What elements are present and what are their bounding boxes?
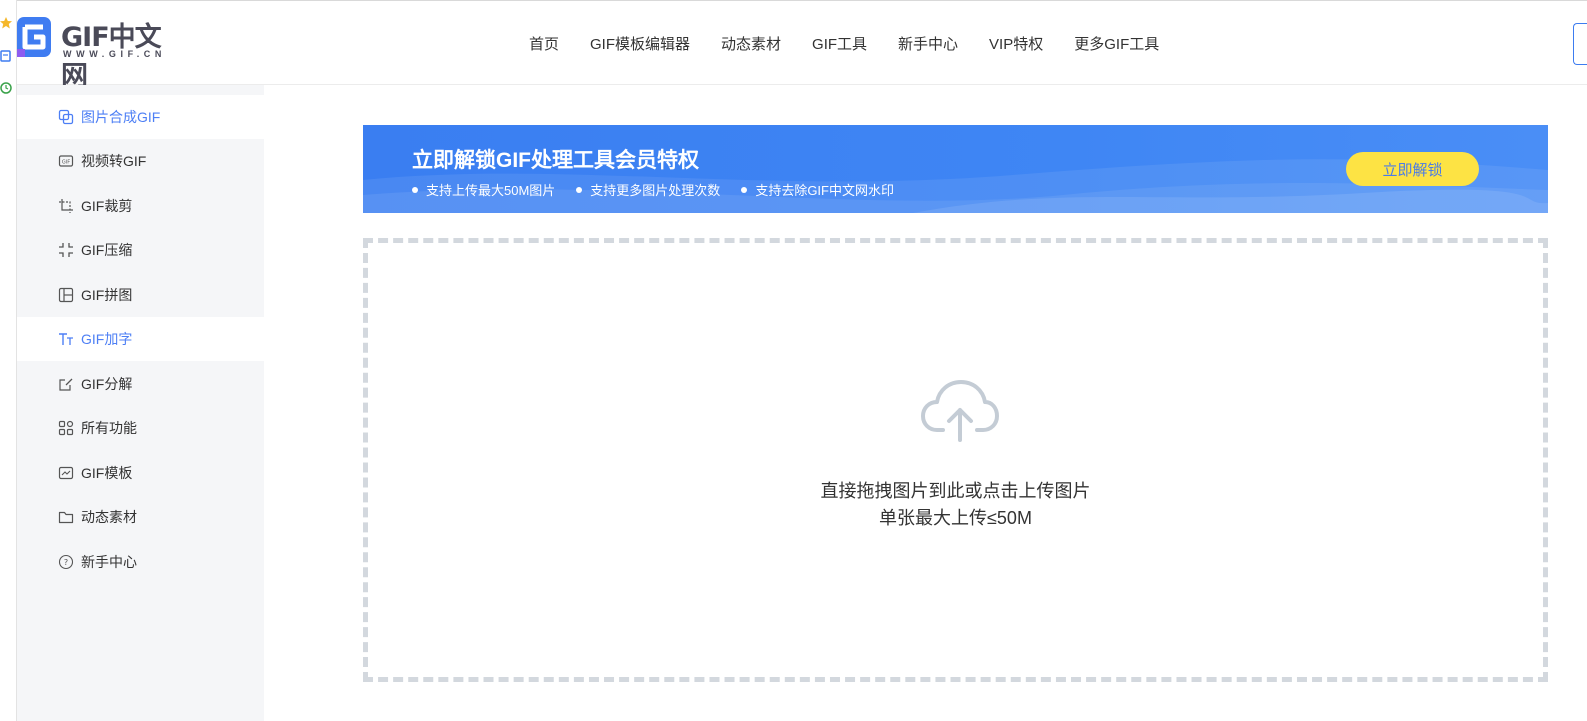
- edit-split-icon: [57, 375, 75, 393]
- logo-mark-icon: [17, 17, 51, 57]
- nav-home[interactable]: 首页: [529, 33, 559, 54]
- folder-icon: [57, 508, 75, 526]
- sidebar-item-split[interactable]: GIF分解: [17, 362, 264, 406]
- sidebar-item-templates[interactable]: GIF模板: [17, 451, 264, 495]
- nav-gif-tools[interactable]: GIF工具: [812, 33, 867, 54]
- svg-text:?: ?: [64, 558, 68, 567]
- star-icon[interactable]: [0, 16, 12, 30]
- sidebar-item-collage[interactable]: GIF拼图: [17, 273, 264, 317]
- crop-icon: [57, 197, 75, 215]
- upload-size-limit: 单张最大上传≤50M: [879, 508, 1032, 528]
- nav-dynamic-assets[interactable]: 动态素材: [721, 33, 781, 54]
- sidebar-item-label: 所有功能: [81, 420, 137, 436]
- login-button[interactable]: [1573, 23, 1587, 65]
- sidebar-item-video-to-gif[interactable]: GIF 视频转GIF: [17, 139, 264, 183]
- sidebar-item-label: GIF拼图: [81, 287, 133, 303]
- banner-title: 立即解锁GIF处理工具会员特权: [412, 149, 699, 172]
- banner-feature: 支持上传最大50M图片: [412, 180, 555, 199]
- sidebar-item-all-features[interactable]: 所有功能: [17, 406, 264, 450]
- sidebar-item-images-to-gif[interactable]: 图片合成GIF: [17, 95, 264, 139]
- sidebar-item-label: 图片合成GIF: [81, 109, 161, 125]
- bullet-dot: [576, 186, 583, 193]
- browser-side-toolbar: [0, 0, 17, 721]
- compress-icon: [57, 241, 75, 259]
- sidebar-item-compress[interactable]: GIF压缩: [17, 228, 264, 272]
- sidebar-item-label: GIF裁剪: [81, 198, 133, 214]
- text-icon: [57, 330, 75, 348]
- sidebar-item-add-text[interactable]: GIF加字: [17, 317, 264, 361]
- bullet-dot: [741, 186, 748, 193]
- sidebar-item-label: 动态素材: [81, 509, 137, 525]
- sidebar-item-dynamic-assets[interactable]: 动态素材: [17, 495, 264, 539]
- unlock-button[interactable]: 立即解锁: [1346, 152, 1479, 186]
- sidebar-item-label: 视频转GIF: [81, 153, 147, 169]
- banner-feature: 支持更多图片处理次数: [576, 180, 720, 199]
- upload-dropzone[interactable]: 直接拖拽图片到此或点击上传图片 单张最大上传≤50M: [363, 238, 1548, 682]
- nav-beginner-center[interactable]: 新手中心: [898, 33, 958, 54]
- sidebar-item-label: GIF模板: [81, 465, 133, 481]
- grid-icon: [57, 419, 75, 437]
- banner-feature: 支持去除GIF中文网水印: [741, 180, 894, 199]
- vip-banner: 立即解锁GIF处理工具会员特权 支持上传最大50M图片 支持更多图片处理次数 支…: [363, 125, 1548, 213]
- banner-features: 支持上传最大50M图片 支持更多图片处理次数 支持去除GIF中文网水印: [412, 180, 915, 199]
- bullet-dot: [412, 186, 418, 193]
- banner-feature-text: 支持更多图片处理次数: [590, 183, 721, 198]
- template-icon: [57, 464, 75, 482]
- sidebar-item-crop[interactable]: GIF裁剪: [17, 184, 264, 228]
- collage-icon: [57, 286, 75, 304]
- help-icon: ?: [57, 553, 75, 571]
- upload-hint: 直接拖拽图片到此或点击上传图片: [820, 481, 1091, 501]
- sidebar-item-label: 新手中心: [81, 554, 137, 570]
- banner-feature-text: 支持去除GIF中文网水印: [755, 183, 894, 198]
- sidebar-item-label: GIF加字: [81, 331, 133, 347]
- nav-template-editor[interactable]: GIF模板编辑器: [590, 33, 690, 54]
- images-merge-icon: [57, 108, 75, 126]
- sidebar-item-label: GIF分解: [81, 376, 133, 392]
- collection-icon[interactable]: [0, 49, 12, 63]
- site-header: GIF中文网 WWW.GIF.CN 首页 GIF模板编辑器 动态素材 GIF工具…: [17, 0, 1587, 92]
- sidebar-item-label: GIF压缩: [81, 242, 133, 258]
- banner-feature-text: 支持上传最大50M图片: [426, 183, 556, 198]
- logo-domain: WWW.GIF.CN: [63, 49, 166, 59]
- nav-more-tools[interactable]: 更多GIF工具: [1074, 33, 1159, 54]
- history-icon[interactable]: [0, 81, 12, 95]
- video-gif-icon: GIF: [57, 152, 75, 170]
- nav-vip[interactable]: VIP特权: [989, 33, 1043, 54]
- svg-text:GIF: GIF: [62, 160, 70, 166]
- cloud-upload-icon: [921, 380, 999, 442]
- site-logo[interactable]: GIF中文网 WWW.GIF.CN: [17, 13, 177, 92]
- main-nav: 首页 GIF模板编辑器 动态素材 GIF工具 新手中心 VIP特权 更多GIF工…: [529, 1, 1190, 86]
- tool-sidebar: 图片合成GIF GIF 视频转GIF GIF裁剪 GIF压缩 GIF拼图 GIF…: [17, 85, 264, 721]
- sidebar-item-beginner-center[interactable]: ? 新手中心: [17, 540, 264, 584]
